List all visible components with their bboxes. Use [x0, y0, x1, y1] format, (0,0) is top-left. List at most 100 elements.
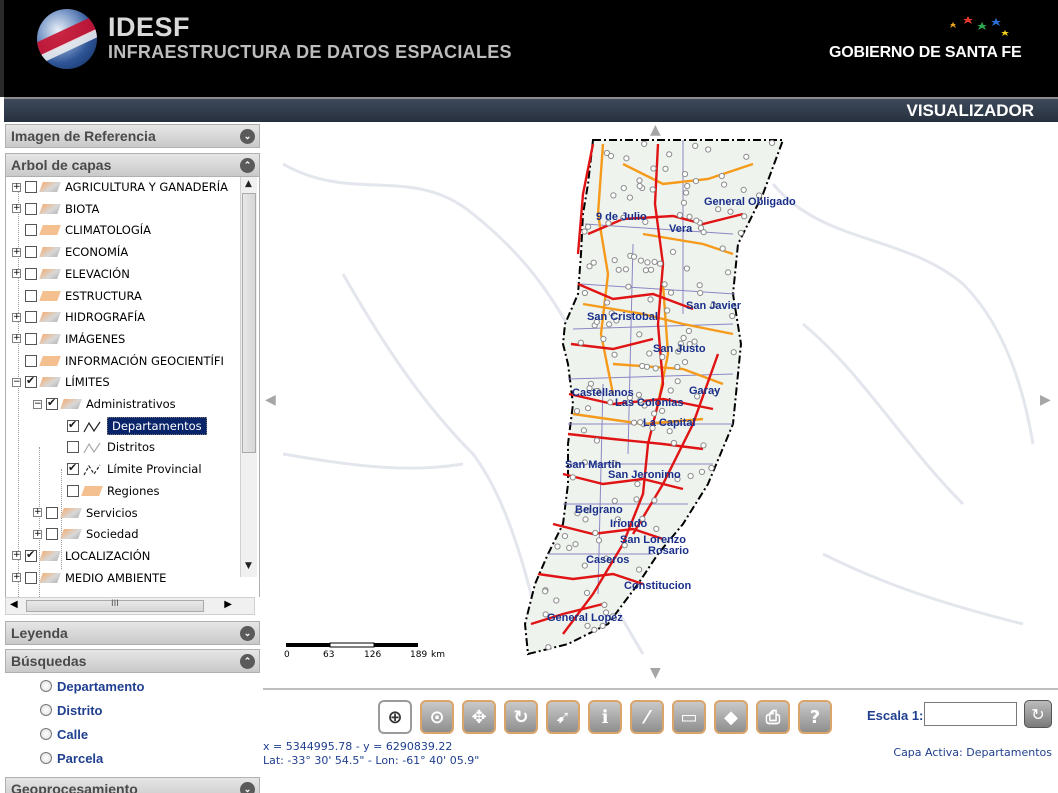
radio-button[interactable] [40, 728, 52, 740]
layer-checkbox[interactable] [46, 528, 58, 541]
layer-group-icon [60, 529, 82, 540]
layer-checkbox[interactable] [67, 418, 79, 432]
collapse-icon[interactable]: − [12, 377, 21, 387]
search-option-departamento[interactable]: Departamento [40, 676, 144, 696]
layer-checkbox[interactable] [25, 354, 37, 367]
expand-icon[interactable]: + [12, 204, 21, 214]
tree-horizontal-scrollbar[interactable]: ◀ III ▶ [5, 597, 255, 615]
expand-icon[interactable]: + [33, 529, 42, 539]
info-cursor-tool-button[interactable]: ➹ [546, 700, 580, 734]
tree-item[interactable]: INFORMACIÓN GEOCIENTÍFI [12, 351, 224, 371]
tree-item[interactable]: Distritos [54, 437, 155, 457]
search-option-calle[interactable]: Calle [40, 724, 88, 744]
pan-north-icon[interactable]: ▲ [650, 122, 661, 138]
expand-icon[interactable]: + [12, 334, 21, 344]
layer-checkbox[interactable] [25, 374, 37, 389]
print-tool-button[interactable]: ⎙ [756, 700, 790, 734]
tree-item[interactable]: Regiones [54, 481, 159, 501]
search-option-parcela[interactable]: Parcela [40, 748, 103, 768]
layer-checkbox[interactable] [25, 548, 37, 562]
pan-east-icon[interactable]: ▶ [1040, 392, 1051, 408]
hscroll-thumb[interactable]: III [26, 599, 204, 612]
scroll-thumb[interactable] [242, 193, 256, 453]
pan-west-icon[interactable]: ◀ [265, 392, 276, 408]
expand-icon[interactable]: + [12, 573, 21, 583]
tree-item[interactable]: + ELEVACIÓN [12, 264, 130, 284]
expand-icon[interactable]: + [12, 182, 21, 192]
expand-icon[interactable]: + [33, 508, 42, 517]
chevron-down-icon[interactable]: ⌄ [240, 129, 255, 144]
ruler-tool-button[interactable]: ▭ [672, 700, 706, 734]
tree-vertical-scrollbar[interactable]: ▲ ▼ [240, 177, 257, 577]
layer-checkbox[interactable] [67, 441, 79, 454]
tree-item[interactable]: + LOCALIZACIÓN [12, 546, 150, 566]
layer-checkbox[interactable] [25, 202, 37, 215]
tree-item[interactable]: + Servicios [33, 503, 138, 523]
layer-checkbox[interactable] [25, 311, 37, 324]
collapse-icon[interactable]: − [33, 399, 42, 409]
scroll-left-icon[interactable]: ◀ [10, 599, 18, 610]
chevron-down-icon[interactable]: ⌄ [240, 626, 255, 641]
tree-item[interactable]: + BIOTA [12, 199, 99, 219]
tree-item[interactable]: Límite Provincial [54, 459, 202, 479]
panel-layers-header[interactable]: Arbol de capas ⌃ [5, 153, 260, 177]
tree-item[interactable]: − Administrativos [33, 394, 176, 414]
map-viewport[interactable]: General Obligado 9 de Julio Vera San Jav… [263, 122, 1058, 687]
expand-icon[interactable]: + [12, 551, 21, 561]
chevron-up-icon[interactable]: ⌃ [240, 654, 255, 669]
search-option-distrito[interactable]: Distrito [40, 700, 103, 720]
expand-icon[interactable]: + [12, 269, 21, 279]
tree-item[interactable]: CLIMATOLOGÍA [12, 220, 151, 240]
tree-item[interactable]: + ECONOMÍA [12, 242, 128, 262]
scale-input[interactable] [924, 702, 1017, 726]
layer-checkbox[interactable] [46, 396, 58, 410]
expand-icon[interactable]: + [12, 247, 21, 257]
tree-item[interactable]: + AGRICULTURA Y GANADERÍA [12, 177, 228, 197]
map-label: General Obligado [704, 196, 796, 208]
layer-checkbox[interactable] [25, 246, 37, 259]
measure-tool-button[interactable]: ⁄ [630, 700, 664, 734]
scroll-right-icon[interactable]: ▶ [224, 599, 232, 610]
chevron-up-icon[interactable]: ⌃ [240, 158, 255, 173]
scroll-up-icon[interactable]: ▲ [245, 179, 252, 189]
layer-checkbox[interactable] [25, 289, 37, 302]
tree-item[interactable]: Departamentos [54, 416, 207, 436]
layer-checkbox[interactable] [25, 332, 37, 345]
radio-button[interactable] [40, 704, 52, 716]
layer-checkbox[interactable] [67, 461, 79, 476]
tree-item[interactable]: + Sociedad [33, 524, 139, 544]
panel-search-header[interactable]: Búsquedas ⌃ [5, 649, 260, 673]
zoom-in-tool-button[interactable]: ⊙ [420, 700, 454, 734]
town-marker [737, 229, 744, 237]
radio-button[interactable] [40, 752, 52, 764]
identify-tool-button[interactable]: ℹ [588, 700, 622, 734]
pan-south-icon[interactable]: ▼ [650, 665, 661, 681]
map-canvas[interactable]: General Obligado 9 de Julio Vera San Jav… [263, 124, 1058, 687]
layer-checkbox[interactable] [25, 224, 37, 237]
layer-checkbox[interactable] [46, 506, 58, 519]
tree-item[interactable]: + IMÁGENES [12, 329, 125, 349]
expand-icon[interactable]: + [12, 312, 21, 322]
polygon-tool-button[interactable]: ◆ [714, 700, 748, 734]
chevron-down-icon[interactable]: ⌄ [240, 782, 255, 793]
panel-legend-header[interactable]: Leyenda ⌄ [5, 621, 260, 645]
layer-checkbox[interactable] [25, 571, 37, 584]
pan-tool-button[interactable]: ✥ [462, 700, 496, 734]
panel-geoprocess-header[interactable]: Geoprocesamiento ⌄ [5, 777, 260, 793]
help-tool-button[interactable]: ? [798, 700, 832, 734]
refresh-tool-button[interactable]: ↻ [504, 700, 538, 734]
tree-item[interactable]: ESTRUCTURA [12, 286, 142, 306]
panel-reference-header[interactable]: Imagen de Referencia ⌄ [5, 124, 260, 148]
layer-checkbox[interactable] [25, 181, 37, 193]
radio-button[interactable] [40, 680, 52, 692]
scale-tick: 0 [284, 650, 290, 660]
scroll-down-icon[interactable]: ▼ [245, 561, 252, 571]
zoom-box-tool-button[interactable]: ⊕ [378, 700, 412, 734]
tree-item[interactable]: + HIDROGRAFÍA [12, 307, 145, 327]
layer-checkbox[interactable] [25, 267, 37, 280]
layer-checkbox[interactable] [67, 484, 79, 497]
tree-item[interactable]: − LÍMITES [12, 372, 110, 392]
apply-scale-button[interactable]: ↻ [1024, 700, 1052, 728]
town-marker [610, 192, 617, 199]
tree-item[interactable]: + MEDIO AMBIENTE [12, 568, 166, 588]
